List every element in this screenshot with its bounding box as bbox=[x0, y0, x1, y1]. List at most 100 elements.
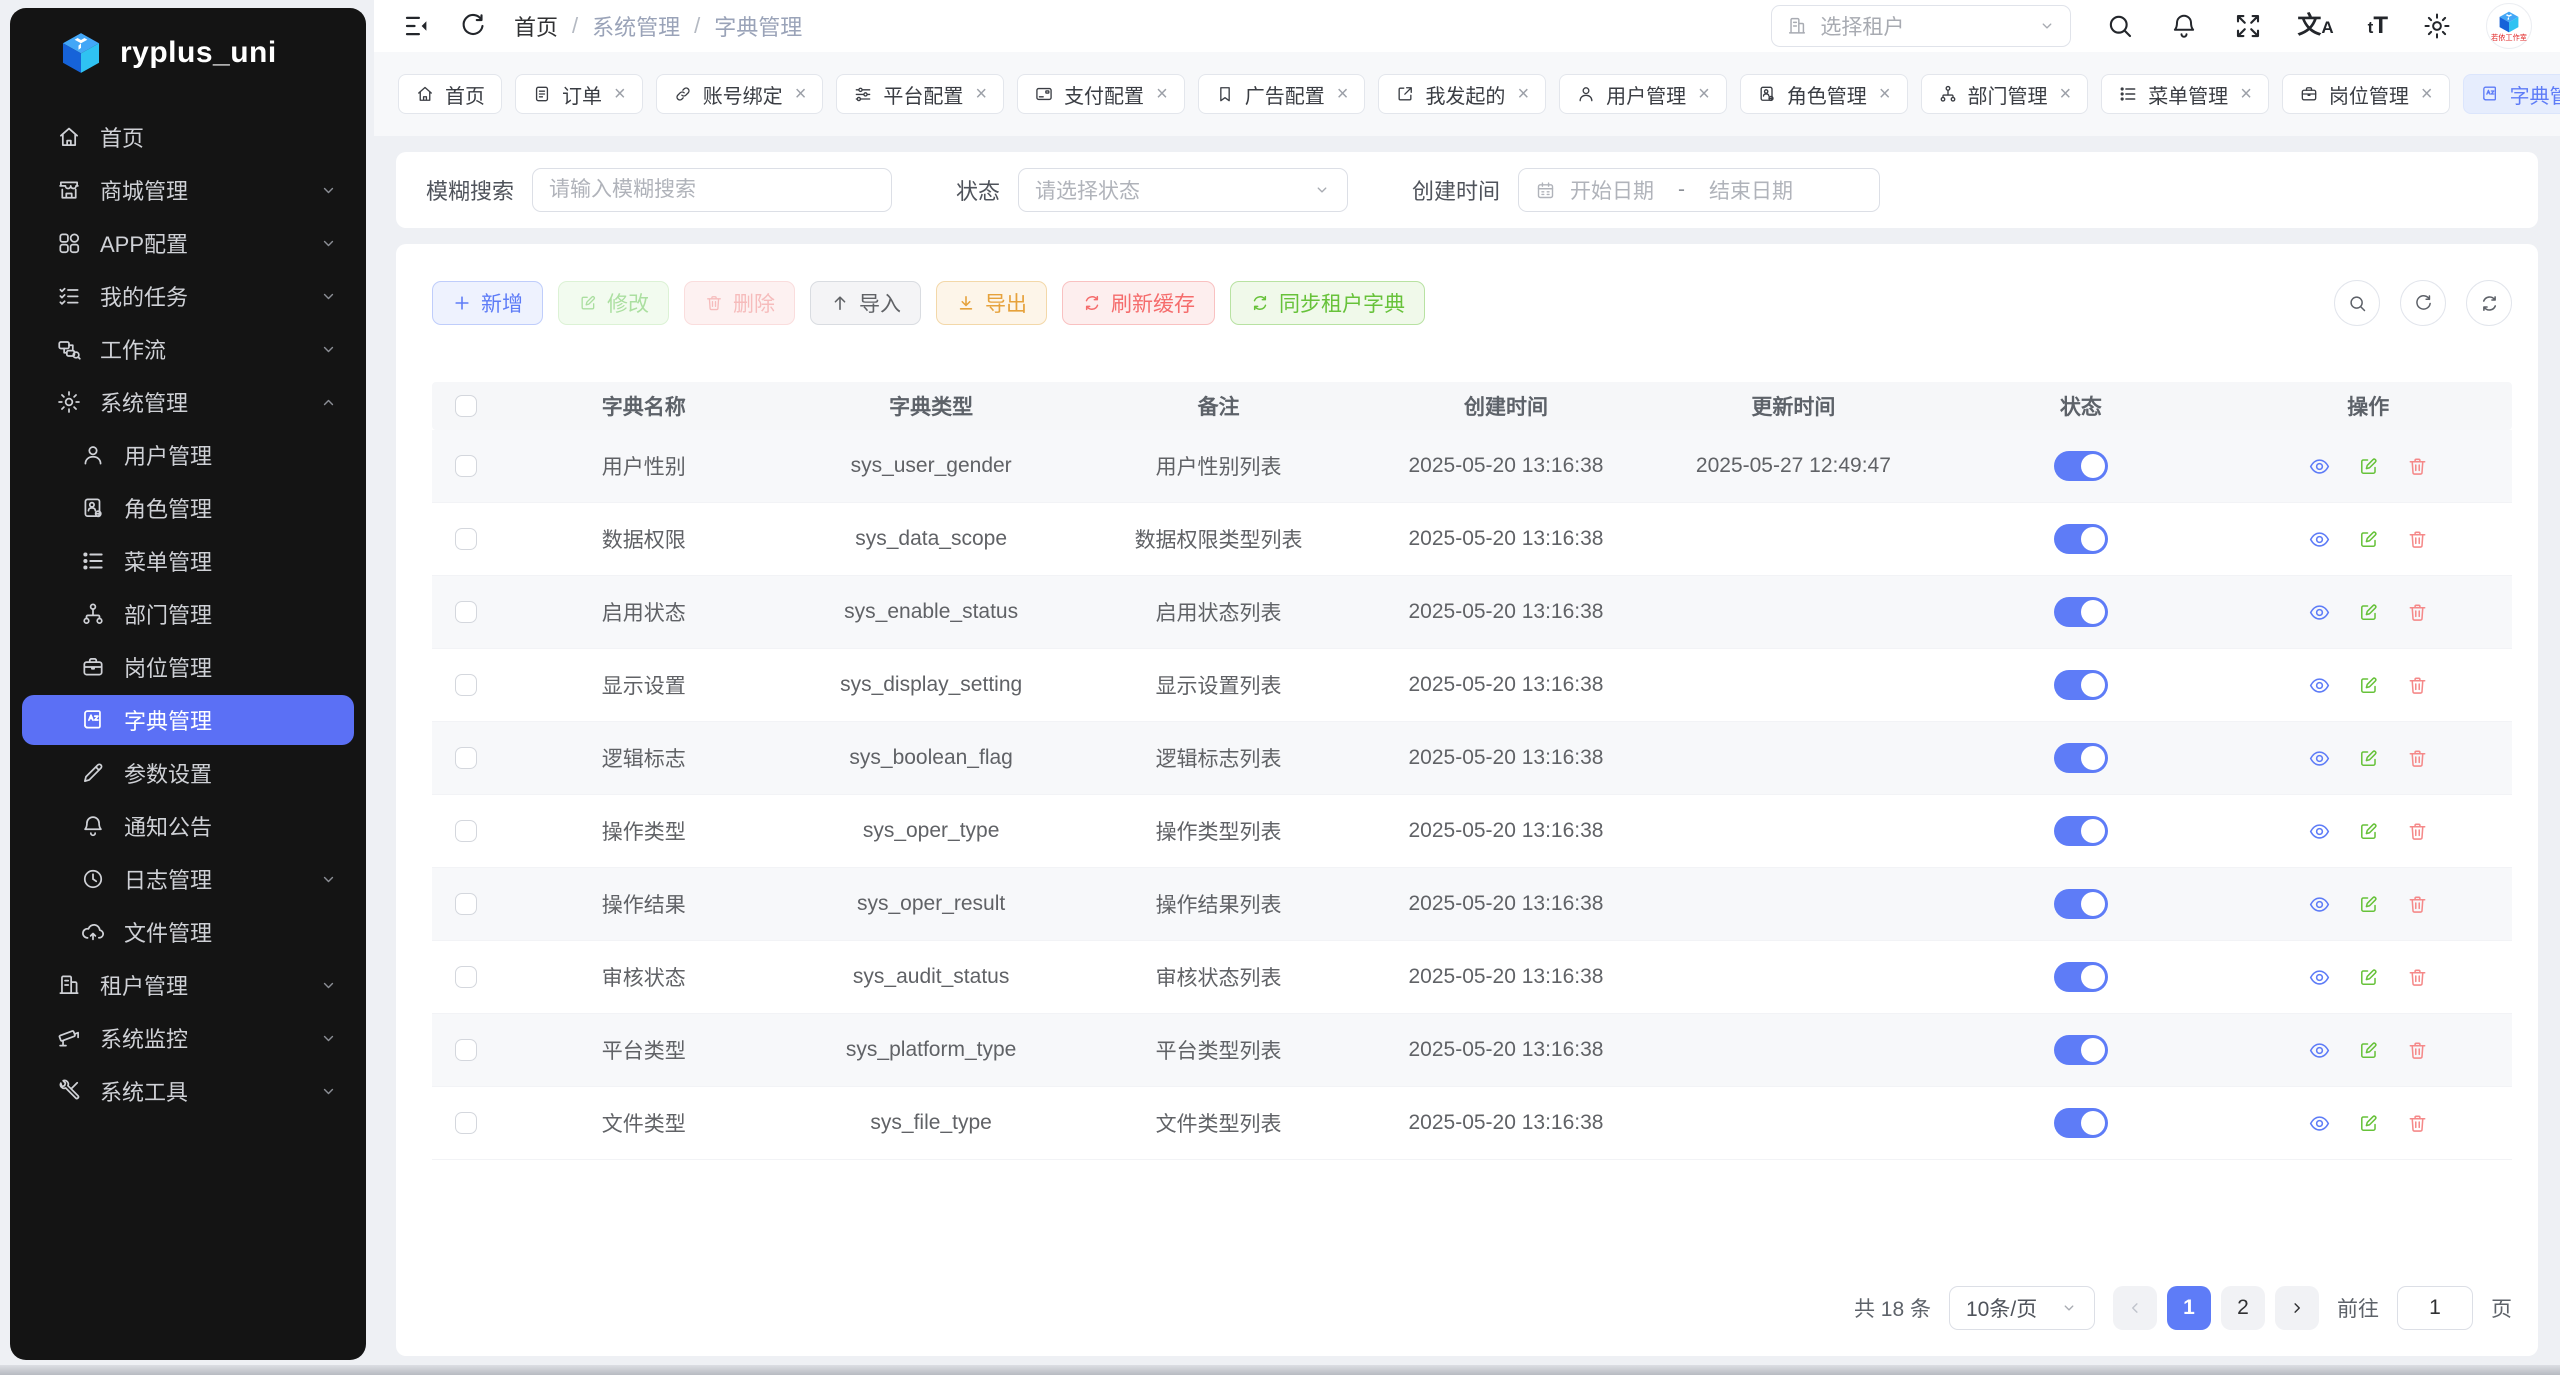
sidebar-item[interactable]: 工作流 bbox=[22, 324, 354, 374]
bell-icon[interactable] bbox=[2169, 11, 2199, 41]
tab-close-icon[interactable]: × bbox=[2060, 84, 2072, 104]
import-button[interactable]: 导入 bbox=[810, 281, 921, 325]
font-size-icon[interactable]: tT bbox=[2368, 14, 2388, 38]
tab-close-icon[interactable]: × bbox=[1698, 84, 1710, 104]
sidebar-item[interactable]: 日志管理 bbox=[22, 854, 354, 904]
table-search-button[interactable] bbox=[2334, 280, 2380, 326]
tab[interactable]: 角色管理 × bbox=[1740, 74, 1908, 114]
sidebar-item[interactable]: 角色管理 bbox=[22, 483, 354, 533]
sidebar-item[interactable]: 首页 bbox=[22, 112, 354, 162]
view-eye-icon[interactable] bbox=[2308, 820, 2331, 843]
tab[interactable]: 用户管理 × bbox=[1559, 74, 1727, 114]
sidebar-item[interactable]: 文件管理 bbox=[22, 907, 354, 957]
edit-icon[interactable] bbox=[2357, 820, 2380, 843]
trash-icon[interactable] bbox=[2406, 893, 2429, 916]
keyword-input[interactable] bbox=[549, 178, 875, 202]
sidebar-item[interactable]: 用户管理 bbox=[22, 430, 354, 480]
row-checkbox[interactable] bbox=[455, 601, 477, 623]
sidebar-item[interactable]: 部门管理 bbox=[22, 589, 354, 639]
avatar[interactable]: 若依工作室 bbox=[2486, 3, 2532, 49]
refresh-cache-button[interactable]: 刷新缓存 bbox=[1062, 281, 1215, 325]
status-toggle[interactable] bbox=[2054, 597, 2108, 627]
trash-icon[interactable] bbox=[2406, 820, 2429, 843]
trash-icon[interactable] bbox=[2406, 674, 2429, 697]
edit-icon[interactable] bbox=[2357, 455, 2380, 478]
page-size-select[interactable]: 10条/页 bbox=[1949, 1286, 2095, 1330]
tab[interactable]: 首页 × bbox=[398, 74, 502, 114]
trash-icon[interactable] bbox=[2406, 747, 2429, 770]
export-button[interactable]: 导出 bbox=[936, 281, 1047, 325]
tab[interactable]: 菜单管理 × bbox=[2101, 74, 2269, 114]
breadcrumb-home[interactable]: 首页 bbox=[514, 10, 558, 42]
row-checkbox[interactable] bbox=[455, 893, 477, 915]
date-range-picker[interactable]: 开始日期 - 结束日期 bbox=[1518, 168, 1880, 212]
trash-icon[interactable] bbox=[2406, 455, 2429, 478]
row-checkbox[interactable] bbox=[455, 528, 477, 550]
row-checkbox[interactable] bbox=[455, 674, 477, 696]
next-page-button[interactable] bbox=[2275, 1286, 2319, 1330]
tab-close-icon[interactable]: × bbox=[1337, 84, 1349, 104]
translate-icon[interactable]: 文A bbox=[2297, 14, 2333, 38]
view-eye-icon[interactable] bbox=[2308, 601, 2331, 624]
tab[interactable]: 支付配置 × bbox=[1017, 74, 1185, 114]
status-toggle[interactable] bbox=[2054, 1108, 2108, 1138]
tab[interactable]: 岗位管理 × bbox=[2282, 74, 2450, 114]
sidebar-item[interactable]: 参数设置 bbox=[22, 748, 354, 798]
tab-close-icon[interactable]: × bbox=[1517, 84, 1529, 104]
page-number-button[interactable]: 2 bbox=[2221, 1286, 2265, 1330]
page-number-button[interactable]: 1 bbox=[2167, 1286, 2211, 1330]
status-toggle[interactable] bbox=[2054, 816, 2108, 846]
edit-icon[interactable] bbox=[2357, 528, 2380, 551]
row-checkbox[interactable] bbox=[455, 966, 477, 988]
edit-icon[interactable] bbox=[2357, 893, 2380, 916]
edit-icon[interactable] bbox=[2357, 747, 2380, 770]
sidebar-item[interactable]: 我的任务 bbox=[22, 271, 354, 321]
tab[interactable]: 字典管理 × bbox=[2463, 74, 2560, 114]
edit-icon[interactable] bbox=[2357, 601, 2380, 624]
row-checkbox[interactable] bbox=[455, 1039, 477, 1061]
sidebar-item[interactable]: 系统监控 bbox=[22, 1013, 354, 1063]
sidebar-item[interactable]: 系统管理 bbox=[22, 377, 354, 427]
sidebar-item[interactable]: 租户管理 bbox=[22, 960, 354, 1010]
tab-close-icon[interactable]: × bbox=[795, 84, 807, 104]
row-checkbox[interactable] bbox=[455, 820, 477, 842]
table-reset-button[interactable] bbox=[2400, 280, 2446, 326]
tenant-select[interactable]: 选择租户 bbox=[1771, 5, 2071, 47]
tab[interactable]: 订单 × bbox=[515, 74, 643, 114]
sidebar-item[interactable]: 岗位管理 bbox=[22, 642, 354, 692]
view-eye-icon[interactable] bbox=[2308, 674, 2331, 697]
view-eye-icon[interactable] bbox=[2308, 1039, 2331, 1062]
sidebar-item[interactable]: 通知公告 bbox=[22, 801, 354, 851]
view-eye-icon[interactable] bbox=[2308, 1112, 2331, 1135]
sidebar-item[interactable]: 菜单管理 bbox=[22, 536, 354, 586]
tab[interactable]: 我发起的 × bbox=[1378, 74, 1546, 114]
tab-close-icon[interactable]: × bbox=[1156, 84, 1168, 104]
trash-icon[interactable] bbox=[2406, 1112, 2429, 1135]
edit-icon[interactable] bbox=[2357, 1112, 2380, 1135]
trash-icon[interactable] bbox=[2406, 528, 2429, 551]
sync-tenant-dict-button[interactable]: 同步租户字典 bbox=[1230, 281, 1425, 325]
edit-icon[interactable] bbox=[2357, 966, 2380, 989]
tab[interactable]: 部门管理 × bbox=[1921, 74, 2089, 114]
select-all-checkbox[interactable] bbox=[455, 395, 477, 417]
delete-button[interactable]: 删除 bbox=[684, 281, 795, 325]
refresh-page-icon[interactable] bbox=[458, 11, 488, 41]
tab-close-icon[interactable]: × bbox=[614, 84, 626, 104]
view-eye-icon[interactable] bbox=[2308, 455, 2331, 478]
tab-close-icon[interactable]: × bbox=[1879, 84, 1891, 104]
prev-page-button[interactable] bbox=[2113, 1286, 2157, 1330]
tab-close-icon[interactable]: × bbox=[2240, 84, 2252, 104]
status-toggle[interactable] bbox=[2054, 670, 2108, 700]
tab[interactable]: 账号绑定 × bbox=[656, 74, 824, 114]
collapse-sidebar-icon[interactable] bbox=[402, 11, 432, 41]
status-toggle[interactable] bbox=[2054, 743, 2108, 773]
search-icon[interactable] bbox=[2105, 11, 2135, 41]
view-eye-icon[interactable] bbox=[2308, 747, 2331, 770]
tab[interactable]: 平台配置 × bbox=[836, 74, 1004, 114]
status-toggle[interactable] bbox=[2054, 524, 2108, 554]
edit-icon[interactable] bbox=[2357, 674, 2380, 697]
sidebar-item[interactable]: 商城管理 bbox=[22, 165, 354, 215]
settings-gear-icon[interactable] bbox=[2422, 11, 2452, 41]
view-eye-icon[interactable] bbox=[2308, 528, 2331, 551]
trash-icon[interactable] bbox=[2406, 601, 2429, 624]
